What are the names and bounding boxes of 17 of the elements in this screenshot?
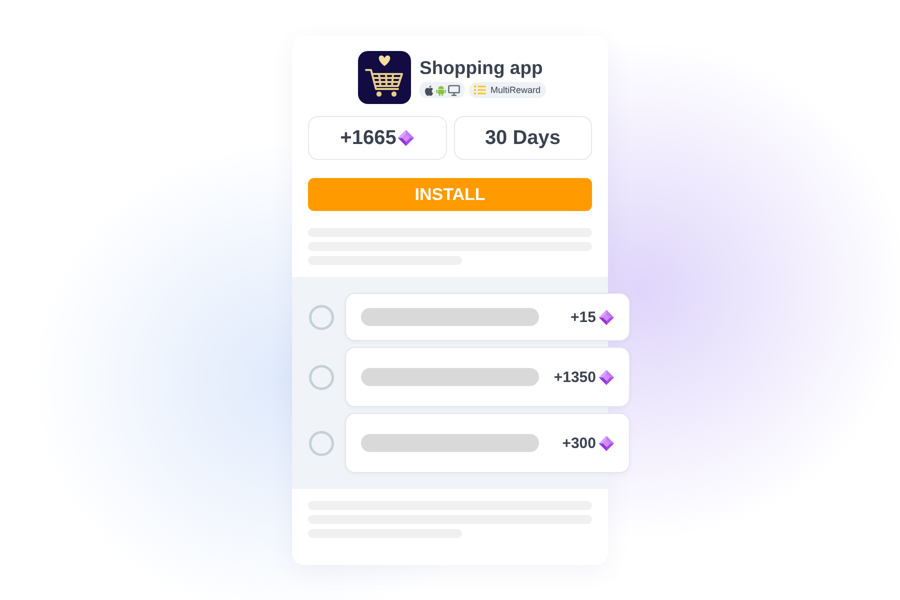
gem-icon (599, 370, 614, 384)
apple-icon (424, 84, 434, 96)
reward-points: +15 (570, 308, 596, 326)
list-icon (474, 85, 486, 95)
app-title: Shopping app (419, 57, 544, 79)
reward-points: +1350 (554, 368, 596, 386)
gem-icon (599, 310, 614, 324)
gem-icon (398, 130, 414, 146)
badge-label: MultiReward (490, 85, 540, 95)
monitor-icon (448, 84, 460, 96)
duration-text: 30 Days (484, 126, 561, 150)
reward-points: +300 (562, 434, 596, 452)
android-icon (436, 84, 446, 96)
shopping-cart-icon (358, 51, 412, 104)
reward-total: +1665 (340, 126, 396, 150)
gem-icon (599, 436, 614, 450)
install-button[interactable]: INSTALL (308, 178, 592, 211)
